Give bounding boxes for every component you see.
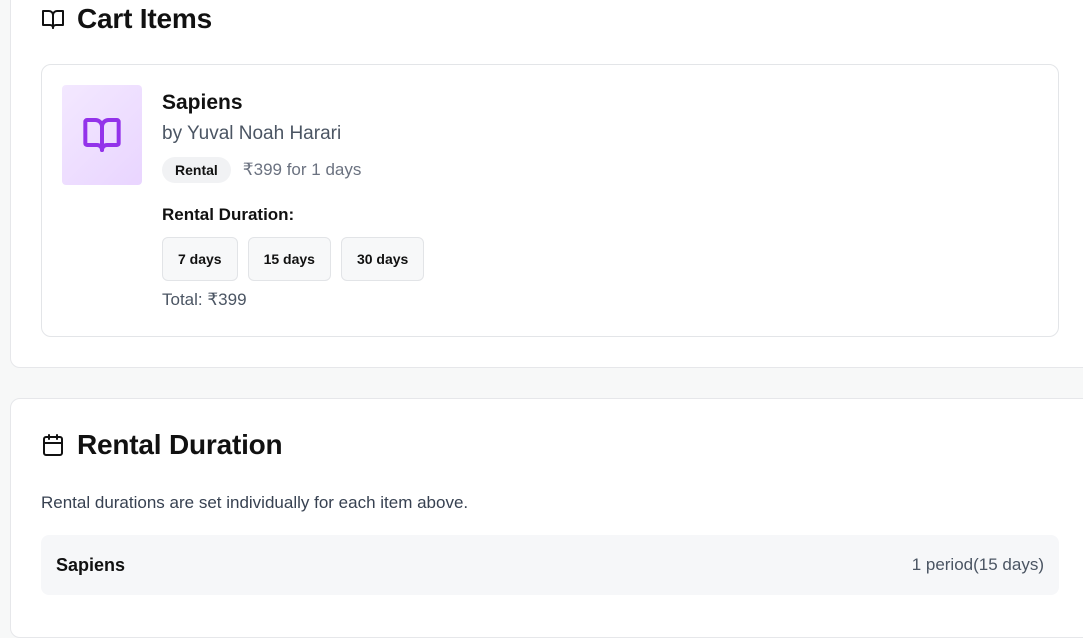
duration-options: 7 days 15 days 30 days <box>162 237 425 281</box>
rental-description: Rental durations are set individually fo… <box>41 493 469 512</box>
rental-price: ₹399 for 1 days <box>242 160 362 179</box>
rental-duration-title: Rental Duration <box>77 429 283 460</box>
book-open-icon <box>82 115 122 155</box>
book-title: Sapiens <box>162 91 243 114</box>
calendar-icon <box>41 433 65 457</box>
item-details: Sapiens by Yuval Noah Harari Rental ₹399… <box>162 89 425 310</box>
duration-30-days-button[interactable]: 30 days <box>340 237 425 281</box>
rental-duration-card: Rental Duration Rental durations are set… <box>10 398 1083 638</box>
cart-item: Sapiens by Yuval Noah Harari Rental ₹399… <box>41 64 1059 337</box>
summary-book-title: Sapiens <box>56 554 126 575</box>
rental-badge: Rental <box>162 157 231 183</box>
book-open-icon <box>41 7 65 31</box>
book-cover <box>62 85 142 185</box>
rental-summary-row: Sapiens 1 period(15 days) <box>41 535 1059 595</box>
cart-items-title: Cart Items <box>77 3 212 34</box>
duration-7-days-button[interactable]: 7 days <box>162 237 238 281</box>
cart-items-heading: Cart Items <box>41 3 212 35</box>
price-row: Rental ₹399 for 1 days <box>162 157 424 183</box>
rental-duration-heading: Rental Duration <box>41 429 283 461</box>
rental-duration-label: Rental Duration: <box>162 205 295 224</box>
item-total: Total: ₹399 <box>162 290 247 309</box>
summary-period: 1 period(15 days) <box>911 555 1044 574</box>
duration-15-days-button[interactable]: 15 days <box>247 237 331 281</box>
book-author: by Yuval Noah Harari <box>162 123 342 144</box>
cart-items-card: Cart Items Sapiens by Yuval Noah Harari … <box>10 0 1083 368</box>
